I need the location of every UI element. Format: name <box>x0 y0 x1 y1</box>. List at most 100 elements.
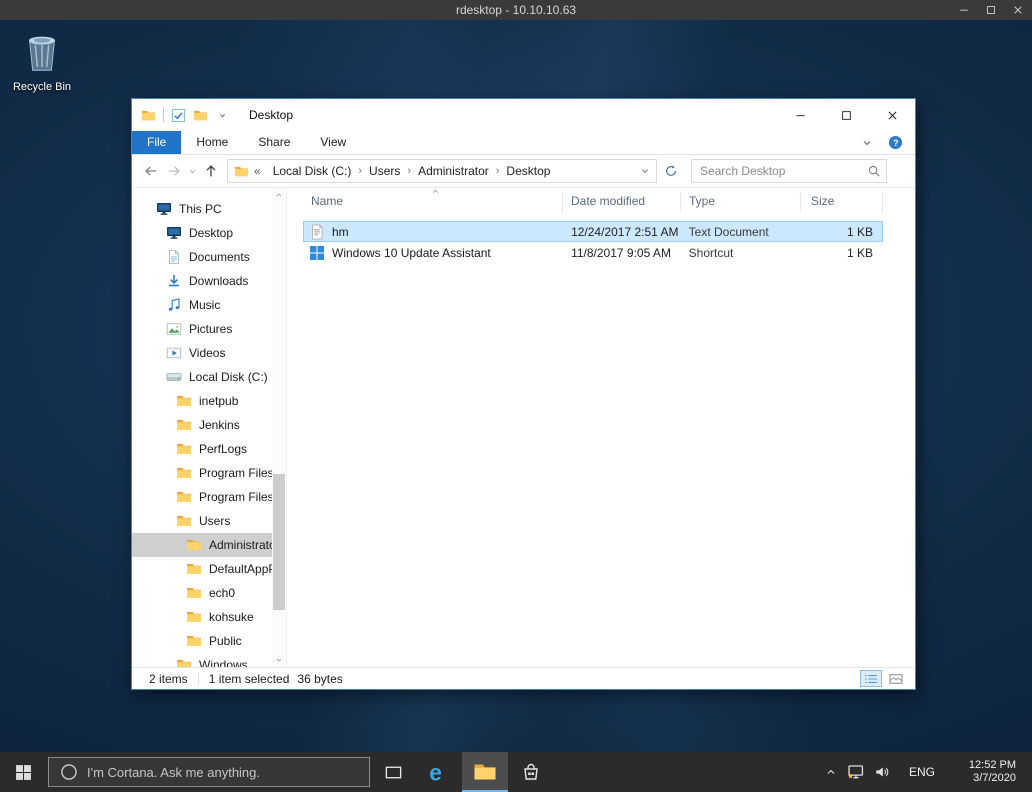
search-input[interactable] <box>692 160 886 182</box>
chevron-down-icon <box>188 167 197 176</box>
nav-item-administrator[interactable]: Administrator <box>132 533 272 557</box>
nav-item-label: DefaultAppPool <box>209 562 272 576</box>
nav-item-kohsuke[interactable]: kohsuke <box>132 605 272 629</box>
nav-scrollbar[interactable] <box>272 188 286 667</box>
nav-item-program-files-x86[interactable]: Program Files (x86) <box>132 485 272 509</box>
nav-item-windows[interactable]: Windows <box>132 653 272 667</box>
scroll-up-button[interactable] <box>272 188 286 202</box>
thumbnails-view-button[interactable] <box>885 670 907 687</box>
window-close-button[interactable] <box>869 99 915 131</box>
store-button[interactable] <box>508 752 554 792</box>
address-box[interactable]: « Local Disk (C:)›Users›Administrator›De… <box>227 159 657 183</box>
qat-separator <box>163 108 164 122</box>
up-arrow-icon <box>203 163 219 179</box>
folder-icon <box>176 417 192 433</box>
folder-icon <box>186 609 202 625</box>
nav-item-documents[interactable]: Documents <box>132 245 272 269</box>
volume-button[interactable] <box>869 752 896 792</box>
music-icon <box>166 297 182 313</box>
start-button[interactable] <box>0 752 46 792</box>
refresh-button[interactable] <box>660 160 682 182</box>
nav-item-music[interactable]: Music <box>132 293 272 317</box>
up-button[interactable] <box>199 160 222 183</box>
column-header-type[interactable]: Type <box>681 191 801 211</box>
nav-item-perflogs[interactable]: PerfLogs <box>132 437 272 461</box>
scroll-down-button[interactable] <box>272 653 286 667</box>
breadcrumb-segment[interactable]: Desktop <box>499 164 557 178</box>
back-button[interactable] <box>139 160 162 183</box>
cortana-input[interactable] <box>87 765 369 780</box>
nav-item-inetpub[interactable]: inetpub <box>132 389 272 413</box>
recent-locations-button[interactable] <box>185 160 199 183</box>
forward-button[interactable] <box>162 160 185 183</box>
nav-item-label: Downloads <box>189 274 248 288</box>
nav-item-jenkins[interactable]: Jenkins <box>132 413 272 437</box>
this-pc-icon <box>156 201 172 217</box>
language-indicator[interactable]: ENG <box>896 765 948 779</box>
nav-item-label: Jenkins <box>199 418 240 432</box>
breadcrumb-segment[interactable]: Administrator <box>411 164 496 178</box>
explorer-window: Desktop FileHomeShareView ? « Local Disk <box>131 98 916 690</box>
screen: rdesktop - 10.10.10.63 Recycle Bin Deskt… <box>0 0 1032 792</box>
qat-new-folder-button[interactable] <box>193 108 208 123</box>
breadcrumb-segment[interactable]: Users <box>362 164 407 178</box>
edge-icon: e <box>427 760 452 785</box>
nav-item-defaultapppool[interactable]: DefaultAppPool <box>132 557 272 581</box>
nav-item-videos[interactable]: Videos <box>132 341 272 365</box>
tray-expand-button[interactable] <box>820 752 842 792</box>
network-status-button[interactable] <box>842 752 869 792</box>
nav-item-program-files[interactable]: Program Files <box>132 461 272 485</box>
search-icon[interactable] <box>867 164 881 178</box>
details-view-icon <box>863 673 879 685</box>
window-maximize-button[interactable] <box>823 99 869 131</box>
details-view-button[interactable] <box>860 670 882 687</box>
view-switcher <box>860 670 907 687</box>
nav-item-label: Public <box>209 634 242 648</box>
window-minimize-button[interactable] <box>777 99 823 131</box>
file-list: NameDate modifiedTypeSize hm12/24/2017 2… <box>287 188 915 667</box>
file-explorer-button[interactable] <box>462 752 508 792</box>
nav-item-local-disk-c[interactable]: Local Disk (C:) <box>132 365 272 389</box>
tab-home[interactable]: Home <box>181 131 243 154</box>
nav-item-users[interactable]: Users <box>132 509 272 533</box>
column-header-size[interactable]: Size <box>801 191 883 211</box>
file-row[interactable]: hm12/24/2017 2:51 AMText Document1 KB <box>303 221 883 242</box>
tab-view[interactable]: View <box>305 131 361 154</box>
clock[interactable]: 12:52 PM 3/7/2020 <box>948 759 1020 785</box>
nav-item-ech0[interactable]: ech0 <box>132 581 272 605</box>
recycle-bin[interactable]: Recycle Bin <box>10 28 74 93</box>
tab-file[interactable]: File <box>132 131 181 154</box>
help-icon[interactable]: ? <box>888 135 903 150</box>
qat-customize-button[interactable] <box>215 108 230 123</box>
file-row[interactable]: Windows 10 Update Assistant11/8/2017 9:0… <box>303 242 883 263</box>
folder-icon <box>186 561 202 577</box>
task-view-button[interactable] <box>370 752 416 792</box>
thumbnails-view-icon <box>888 673 904 685</box>
scrollbar-thumb[interactable] <box>273 474 285 610</box>
explorer-titlebar[interactable]: Desktop <box>132 99 915 131</box>
edge-button[interactable]: e <box>416 752 462 792</box>
explorer-content: This PCDesktopDocuments Downloads MusicPic… <box>132 188 915 667</box>
column-header-date-modified[interactable]: Date modified <box>563 191 681 211</box>
recycle-bin-icon <box>19 28 65 78</box>
folder-icon <box>176 489 192 505</box>
rdesktop-maximize-button[interactable] <box>985 4 997 16</box>
expand-ribbon-icon[interactable] <box>861 137 873 149</box>
nav-item-label: ech0 <box>209 586 235 600</box>
file-size: 1 KB <box>800 246 882 260</box>
nav-item-desktop[interactable]: Desktop <box>132 221 272 245</box>
qat-properties-button[interactable] <box>171 108 186 123</box>
rdesktop-close-button[interactable] <box>1012 4 1024 16</box>
breadcrumb-overflow[interactable]: « <box>254 164 261 178</box>
cortana-search[interactable] <box>48 757 370 787</box>
address-dropdown-icon[interactable] <box>640 166 650 176</box>
nav-item-this-pc[interactable]: This PC <box>132 197 272 221</box>
rdesktop-minimize-button[interactable] <box>958 4 970 16</box>
nav-item-public[interactable]: Public <box>132 629 272 653</box>
breadcrumb-segment[interactable]: Local Disk (C:) <box>266 164 359 178</box>
nav-item-pictures[interactable]: Pictures <box>132 317 272 341</box>
nav-item-label: inetpub <box>199 394 238 408</box>
tab-share[interactable]: Share <box>243 131 305 154</box>
nav-item-downloads[interactable]: Downloads <box>132 269 272 293</box>
sort-ascending-icon[interactable] <box>427 187 443 197</box>
